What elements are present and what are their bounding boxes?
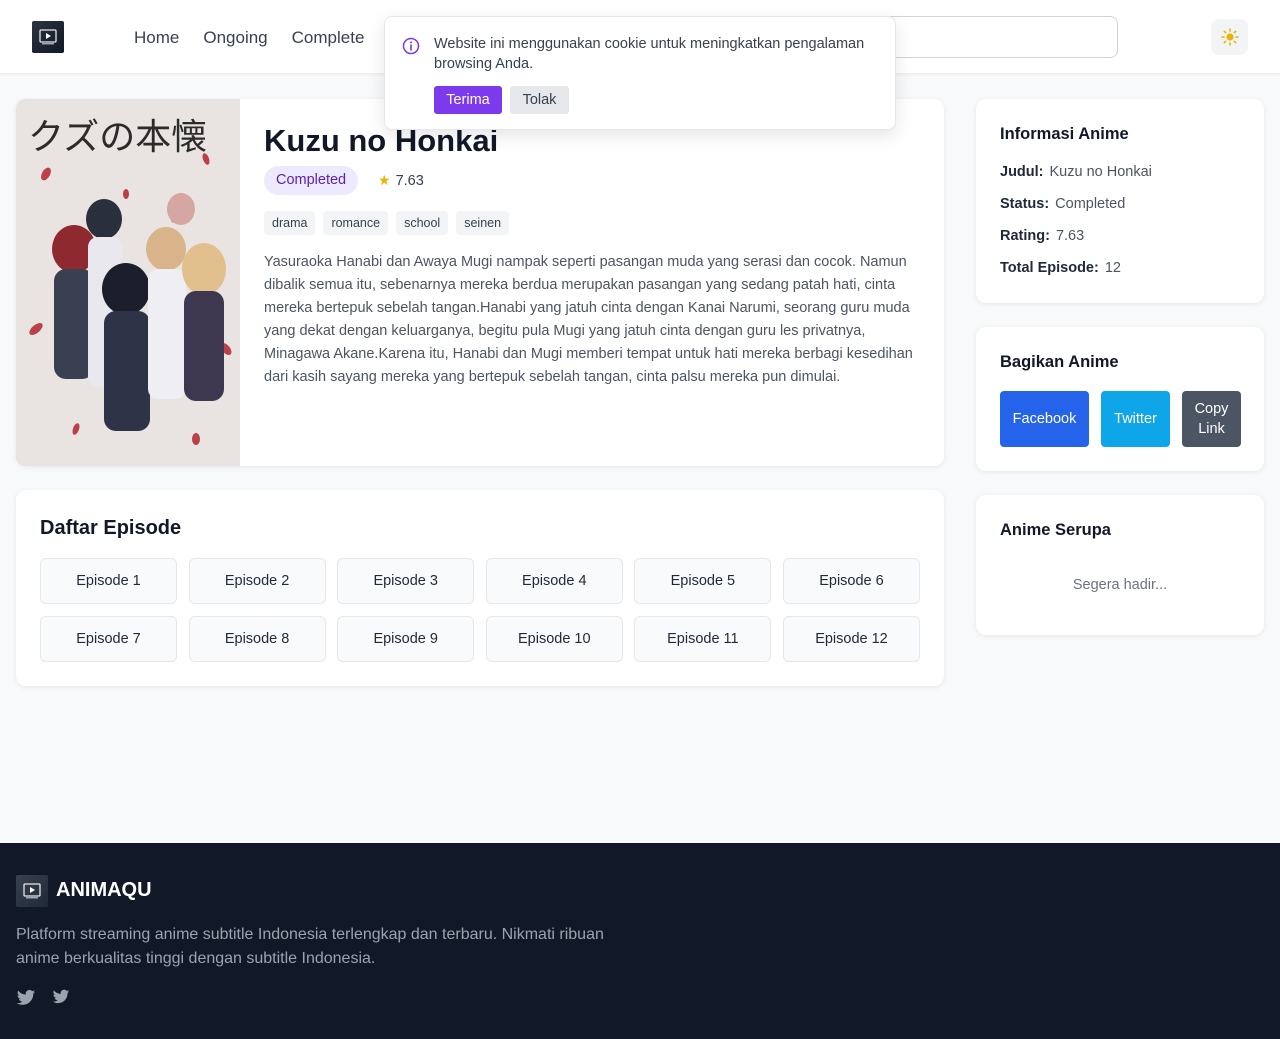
play-logo-icon [23,883,41,899]
cookie-accept-button[interactable]: Terima [434,86,502,114]
footer-description: Platform streaming anime subtitle Indone… [16,926,604,967]
nav-complete[interactable]: Complete [292,27,365,49]
rating: ★ 7.63 [378,172,424,189]
episode-button[interactable]: Episode 3 [337,558,475,604]
cookie-reject-button[interactable]: Tolak [510,86,569,114]
share-title: Bagikan Anime [1000,353,1119,371]
episode-button[interactable]: Episode 1 [40,558,177,604]
episode-button[interactable]: Episode 6 [782,558,920,604]
episode-button[interactable]: Episode 12 [782,616,920,662]
anime-detail-card: クズの本懐 Kuzu no Honkai Completed ★ 7.63 dr… [16,99,944,466]
svg-text:クズの本懐: クズの本懐 [28,117,207,158]
genre-tag[interactable]: drama [264,211,316,235]
share-card: Bagikan Anime Facebook Twitter Copy Link [976,327,1264,471]
twitter-icon[interactable] [16,989,36,1007]
info-label: Judul: [1000,164,1044,180]
episode-button[interactable]: Episode 4 [485,558,623,604]
episode-list-title: Daftar Episode [40,517,182,539]
search-input[interactable] [870,16,1118,58]
genre-tag[interactable]: school [396,211,449,235]
status-badge: Completed [264,166,359,195]
rating-value: 7.63 [395,172,424,189]
similar-title: Anime Serupa [1000,521,1111,539]
episode-button[interactable]: Episode 10 [485,616,623,662]
info-value: 7.63 [1055,228,1085,244]
episode-list-card: Daftar Episode Episode 1 Episode 2 Episo… [16,490,944,686]
episode-button[interactable]: Episode 2 [188,558,326,604]
main-nav: Home Ongoing Complete [134,27,364,49]
info-total-row: Total Episode: 12 [1000,260,1121,276]
genre-tag[interactable]: romance [323,211,389,235]
info-label: Rating: [1000,228,1050,244]
cookie-consent-popup: Website ini menggunakan cookie untuk men… [384,16,896,130]
info-value: Kuzu no Honkai [1049,164,1152,180]
site-logo[interactable] [32,21,64,53]
poster-illustration: クズの本懐 [16,99,240,466]
footer-logo[interactable] [16,875,48,907]
info-value: Completed [1055,196,1126,212]
info-value: 12 [1104,260,1121,276]
sun-icon [1220,28,1239,46]
episode-button[interactable]: Episode 8 [188,616,326,662]
episode-button[interactable]: Episode 7 [40,616,177,662]
anime-info-card: Informasi Anime Judul: Kuzu no Honkai Sta… [976,99,1264,303]
similar-anime-card: Anime Serupa Segera hadir... [976,495,1264,635]
nav-ongoing[interactable]: Ongoing [203,27,267,49]
info-label: Status: [1000,196,1050,212]
info-title-row: Judul: Kuzu no Honkai [1000,164,1152,180]
episode-grid: Episode 1 Episode 2 Episode 3 Episode 4 … [40,558,920,662]
nav-home[interactable]: Home [134,27,179,49]
info-rating-row: Rating: 7.63 [1000,228,1084,244]
info-title: Informasi Anime [1000,125,1129,143]
episode-button[interactable]: Episode 11 [634,616,772,662]
anime-poster: クズの本懐 [16,99,240,466]
cookie-message: Website ini menggunakan cookie untuk men… [434,36,865,72]
info-label: Total Episode: [1000,260,1099,276]
similar-placeholder: Segera hadir... [1072,577,1168,593]
site-footer: ANIMAQU Platform streaming anime subtitl… [0,843,1280,1039]
twitter-icon[interactable] [52,989,70,1005]
genre-list: drama romance school seinen [264,211,510,235]
episode-button[interactable]: Episode 5 [634,558,772,604]
share-twitter-button[interactable]: Twitter [1101,391,1170,447]
episode-button[interactable]: Episode 9 [337,616,475,662]
play-logo-icon [39,29,57,45]
theme-toggle-button[interactable] [1211,19,1248,55]
info-icon [402,37,420,55]
info-status-row: Status: Completed [1000,196,1125,212]
share-facebook-button[interactable]: Facebook [1000,391,1089,447]
footer-social-links [16,989,70,1007]
footer-brand: ANIMAQU [56,879,152,901]
star-icon: ★ [378,172,391,188]
genre-tag[interactable]: seinen [456,211,510,235]
copy-link-button[interactable]: Copy Link [1182,391,1241,447]
anime-synopsis: Yasuraoka Hanabi dan Awaya Mugi nampak s… [264,254,913,385]
